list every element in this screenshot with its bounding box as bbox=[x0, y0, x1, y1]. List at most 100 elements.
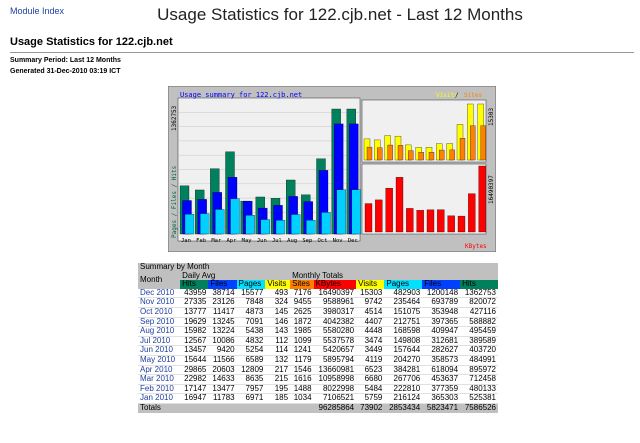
bar-pages bbox=[200, 213, 210, 235]
table-row: Jan 2010 16947 11783 6971 185 1034 7106521 5759… bbox=[138, 394, 498, 404]
month-tick: Nov bbox=[333, 238, 344, 244]
bar-sites bbox=[418, 152, 424, 161]
summary-table: Summary by Month Month Daily Avg Monthly… bbox=[138, 262, 498, 413]
cell-value: 6971 bbox=[236, 394, 266, 404]
cell-value: 145 bbox=[265, 307, 291, 318]
cell-value: 2625 bbox=[290, 307, 314, 318]
month-link[interactable]: Mar 2010 bbox=[138, 374, 181, 385]
bar-pages bbox=[230, 198, 240, 235]
bar-pages bbox=[275, 220, 286, 235]
cell-value: 1985 bbox=[290, 327, 314, 337]
month-tick: Sep bbox=[302, 238, 312, 244]
total-value: 96285864 bbox=[313, 403, 357, 413]
left-axis-label: Pages / Files / Hits bbox=[171, 165, 178, 238]
cell-value: 1616 bbox=[290, 374, 314, 385]
bar-kbytes bbox=[478, 165, 486, 233]
bar-pages bbox=[336, 189, 346, 235]
cell-value: 495459 bbox=[460, 327, 498, 337]
cell-value: 22982 bbox=[180, 374, 209, 385]
month-link[interactable]: Jun 2010 bbox=[138, 346, 181, 356]
bar-kbytes bbox=[416, 210, 424, 233]
kbytes-label: KBytes bbox=[465, 243, 487, 250]
bar-sites bbox=[449, 149, 455, 161]
cell-value: 5420657 bbox=[313, 346, 357, 356]
cell-value: 13224 bbox=[208, 327, 237, 337]
right-title-sites: Sites bbox=[464, 92, 482, 99]
report-subtitle: Usage Statistics for 122.cjb.net bbox=[10, 36, 173, 48]
bar-kbytes bbox=[468, 193, 476, 233]
bar-kbytes bbox=[447, 215, 455, 233]
cell-value: 7106521 bbox=[313, 394, 357, 404]
cell-value: 10958998 bbox=[313, 374, 357, 385]
bar-kbytes bbox=[437, 209, 445, 233]
table-row: Aug 2010 15982 13224 5438 143 1985 5580280 4448… bbox=[138, 327, 498, 337]
month-link[interactable]: Aug 2010 bbox=[138, 327, 181, 337]
bar-kbytes bbox=[426, 209, 435, 233]
right-bottom-max: 16490397 bbox=[488, 175, 495, 204]
cell-value: 11417 bbox=[208, 307, 237, 318]
total-value: 7586526 bbox=[460, 403, 498, 413]
bar-pages bbox=[306, 219, 316, 235]
bar-sites bbox=[480, 125, 486, 161]
cell-value: 1034 bbox=[290, 394, 314, 404]
month-tick: Jun bbox=[257, 238, 267, 244]
month-link[interactable]: May 2010 bbox=[138, 355, 181, 366]
total-value: 73902 bbox=[356, 403, 385, 413]
month-link[interactable]: Jan 2010 bbox=[138, 394, 181, 404]
cell-value: 358573 bbox=[422, 355, 461, 366]
right-top-max: 15303 bbox=[488, 108, 495, 126]
cell-value: 3449 bbox=[356, 346, 385, 356]
month-tick: Mar bbox=[211, 238, 222, 244]
cell-value: 3980317 bbox=[313, 307, 357, 318]
cell-value: 13457 bbox=[180, 346, 209, 356]
cell-value: 712458 bbox=[460, 374, 498, 385]
divider bbox=[10, 52, 634, 53]
totals-label: Totals bbox=[138, 403, 314, 413]
cell-value: 6589 bbox=[236, 355, 266, 366]
bar-sites bbox=[459, 138, 466, 161]
month-tick: Jul bbox=[272, 238, 282, 244]
cell-value: 151075 bbox=[384, 307, 423, 318]
bar-kbytes bbox=[385, 187, 393, 233]
cell-value: 484991 bbox=[460, 355, 498, 366]
cell-value: 353948 bbox=[422, 307, 461, 318]
table-row: Oct 2010 13777 11417 4873 145 2625 3980317 4514… bbox=[138, 307, 498, 318]
cell-value: 8635 bbox=[236, 374, 266, 385]
total-value: 2853434 bbox=[384, 403, 423, 413]
cell-value: 16947 bbox=[180, 394, 209, 404]
totals-row: Totals 96285864 73902 2853434 5823471 7586526 bbox=[138, 403, 498, 413]
cell-value: 453637 bbox=[422, 374, 461, 385]
cell-value: 14633 bbox=[208, 374, 237, 385]
cell-value: 157644 bbox=[384, 346, 423, 356]
month-tick: Dec bbox=[348, 238, 358, 244]
cell-value: 427116 bbox=[460, 307, 498, 318]
month-tick: May bbox=[242, 238, 253, 244]
bar-pages bbox=[215, 209, 225, 235]
cell-value: 15982 bbox=[180, 327, 209, 337]
cell-value: 9420 bbox=[208, 346, 237, 356]
bar-sites bbox=[470, 125, 476, 161]
cell-value: 4514 bbox=[356, 307, 385, 318]
bar-kbytes bbox=[364, 203, 373, 233]
cell-value: 15644 bbox=[180, 355, 209, 366]
month-link[interactable]: Oct 2010 bbox=[138, 307, 181, 318]
summary-period: Summary Period: Last 12 Months bbox=[10, 57, 121, 64]
bar-pages bbox=[184, 214, 195, 235]
table-row: Mar 2010 22982 14633 8635 215 1616 10958998 668… bbox=[138, 374, 498, 385]
cell-value: 5580280 bbox=[313, 327, 357, 337]
cell-value: 282627 bbox=[422, 346, 461, 356]
cell-value: 185 bbox=[265, 394, 291, 404]
bar-kbytes bbox=[406, 208, 414, 233]
cell-value: 11783 bbox=[208, 394, 237, 404]
right-title-separator: / bbox=[455, 92, 459, 99]
cell-value: 1241 bbox=[290, 346, 314, 356]
bar-sites bbox=[366, 146, 373, 161]
col-month: Month bbox=[138, 271, 181, 289]
bar-sites bbox=[397, 145, 404, 161]
month-tick: Feb bbox=[196, 238, 206, 244]
page-title: Usage Statistics for 122.cjb.net - Last … bbox=[157, 5, 523, 24]
usage-chart: Usage summary for 122.cjb.net Visits / Si… bbox=[168, 86, 496, 252]
cell-value: 204270 bbox=[384, 355, 423, 366]
bar-sites bbox=[408, 150, 414, 161]
cell-value: 5438 bbox=[236, 327, 266, 337]
